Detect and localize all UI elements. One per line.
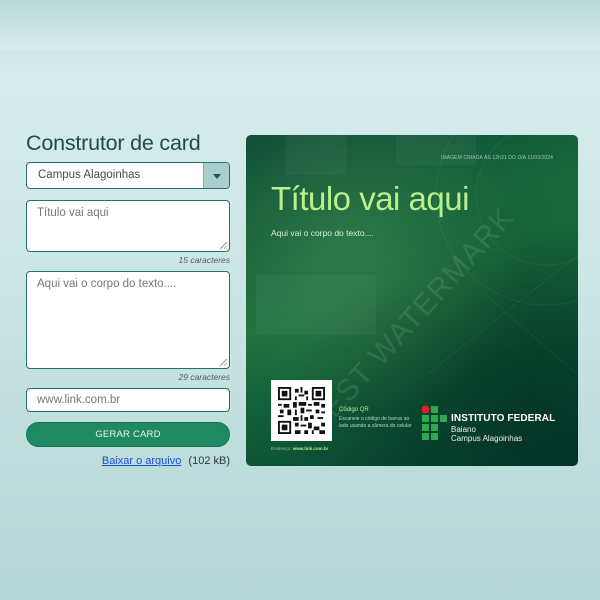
qr-link-prefix: Endereço: — [271, 446, 292, 451]
qr-link-url: www.link.com.br — [292, 446, 329, 451]
qr-label: Código QR — [339, 407, 369, 413]
card-body: Aqui vai o corpo do texto.... — [271, 228, 375, 238]
institution-line2: Baiano — [451, 425, 476, 434]
card-preview: IMAGEM CRIADA ÀS 12h31 DO DIA 11/03/2024… — [246, 135, 578, 466]
qr-code-icon — [278, 387, 325, 434]
page-top-band — [0, 0, 600, 50]
body-char-count: 29 caracteres — [178, 372, 231, 382]
page-title: Construtor de card — [26, 131, 201, 155]
download-link[interactable]: Baixar o arquivo — [102, 455, 182, 467]
title-placeholder: Título vai aqui — [37, 207, 109, 219]
qr-code — [271, 380, 332, 441]
title-char-count: 15 caracteres — [178, 255, 231, 265]
chevron-down-icon — [213, 174, 221, 179]
institution-logo: INSTITUTO FEDERAL Baiano Campus Alagoinh… — [421, 405, 555, 448]
if-logo-icon — [421, 405, 447, 440]
resize-handle-icon[interactable] — [220, 242, 227, 249]
institution-name: INSTITUTO FEDERAL — [451, 413, 556, 424]
campus-select-toggle[interactable] — [203, 163, 229, 188]
campus-select-value: Campus Alagoinhas — [38, 169, 141, 181]
file-size: (102 kB) — [188, 455, 230, 467]
download-row: Baixar o arquivo (102 kB) — [102, 455, 230, 467]
institution-campus: Campus Alagoinhas — [451, 434, 523, 443]
campus-select[interactable]: Campus Alagoinhas — [26, 162, 230, 189]
resize-handle-icon[interactable] — [220, 359, 227, 366]
qr-description: Escaneie o código de barras ao lado usan… — [339, 416, 412, 429]
body-textarea[interactable]: Aqui vai o corpo do texto.... — [26, 271, 230, 369]
link-input[interactable]: www.link.com.br — [26, 388, 230, 412]
body-placeholder: Aqui vai o corpo do texto.... — [37, 278, 177, 290]
qr-link-row: Endereço: www.link.com.br — [271, 446, 328, 451]
card-builder-form: Construtor de card Campus Alagoinhas Tít… — [26, 128, 230, 467]
creation-timestamp: IMAGEM CRIADA ÀS 12h31 DO DIA 11/03/2024 — [440, 155, 553, 161]
generate-card-button[interactable]: GERAR CARD — [26, 422, 230, 447]
link-placeholder: www.link.com.br — [37, 394, 121, 406]
title-textarea[interactable]: Título vai aqui — [26, 200, 230, 252]
card-title: Título vai aqui — [271, 180, 469, 217]
